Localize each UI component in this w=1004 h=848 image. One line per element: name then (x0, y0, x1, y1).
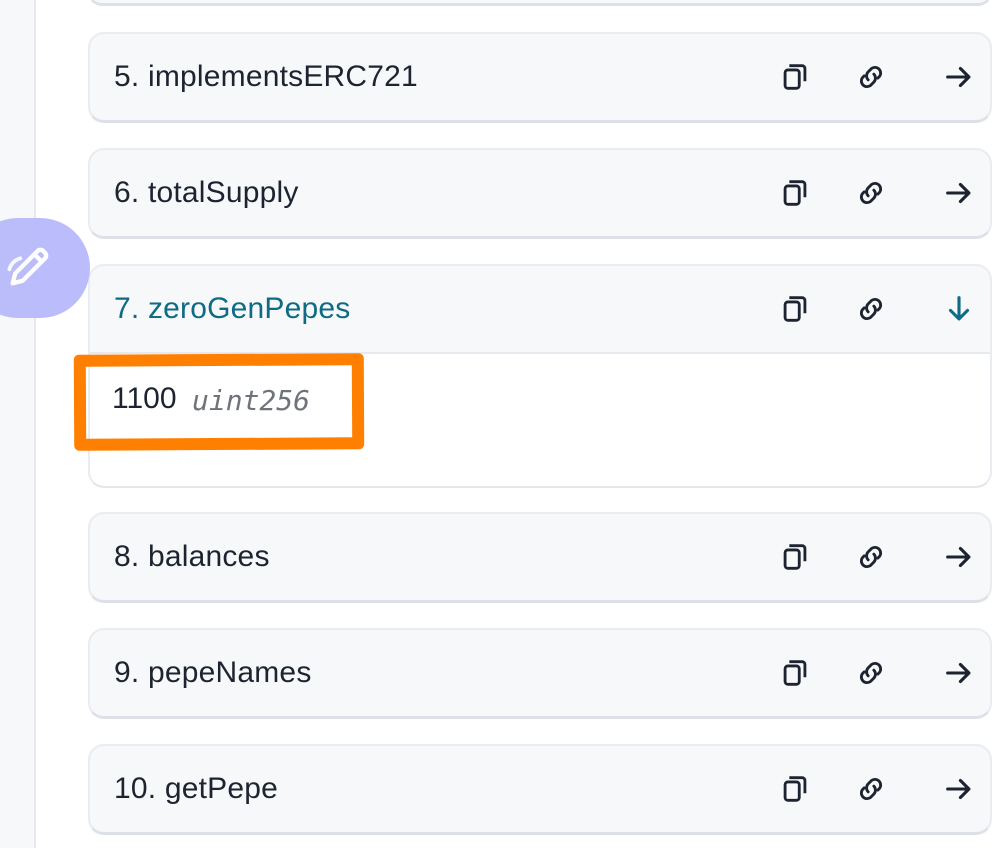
link-icon[interactable] (854, 60, 888, 94)
arrow-down-icon[interactable] (942, 292, 976, 326)
copy-icon[interactable] (778, 540, 812, 574)
method-item-totalSupply[interactable]: 6. totalSupply (88, 148, 992, 239)
method-item-label: 10. getPepe (114, 772, 279, 805)
arrow-right-icon[interactable] (942, 540, 976, 574)
pencil-icon (7, 247, 49, 286)
arrow-right-icon[interactable] (942, 176, 976, 210)
method-item-implementsERC721[interactable]: 5. implementsERC721 (88, 32, 992, 123)
method-item-header[interactable]: 6. totalSupply (90, 150, 990, 236)
link-icon[interactable] (854, 176, 888, 210)
copy-icon[interactable] (778, 772, 812, 806)
previous-item-edge (88, 0, 992, 6)
floating-edit-button[interactable] (0, 218, 90, 318)
method-item-label: 7. zeroGenPepes (114, 292, 351, 325)
link-icon[interactable] (854, 540, 888, 574)
copy-icon[interactable] (778, 292, 812, 326)
copy-icon[interactable] (778, 60, 812, 94)
arrow-right-icon[interactable] (942, 772, 976, 806)
method-item-header[interactable]: 5. implementsERC721 (90, 34, 990, 120)
method-item-label: 8. balances (114, 540, 270, 573)
link-icon[interactable] (854, 772, 888, 806)
link-icon[interactable] (854, 656, 888, 690)
method-item-header[interactable]: 10. getPepe (90, 746, 990, 832)
arrow-right-icon[interactable] (942, 60, 976, 94)
method-item-label: 6. totalSupply (114, 176, 299, 209)
link-icon[interactable] (854, 292, 888, 326)
copy-icon[interactable] (778, 176, 812, 210)
highlight-box (73, 353, 365, 451)
method-item-balances[interactable]: 8. balances (88, 512, 992, 603)
method-item-header[interactable]: 9. pepeNames (90, 630, 990, 716)
method-item-label: 5. implementsERC721 (114, 60, 418, 93)
method-item-label: 9. pepeNames (114, 656, 312, 689)
method-item-header[interactable]: 7. zeroGenPepes (90, 266, 990, 354)
method-item-header[interactable]: 8. balances (90, 514, 990, 600)
copy-icon[interactable] (778, 656, 812, 690)
method-item-getPepe[interactable]: 10. getPepe (88, 744, 992, 835)
arrow-right-icon[interactable] (942, 656, 976, 690)
left-rail (0, 0, 36, 848)
method-item-pepeNames[interactable]: 9. pepeNames (88, 628, 992, 719)
